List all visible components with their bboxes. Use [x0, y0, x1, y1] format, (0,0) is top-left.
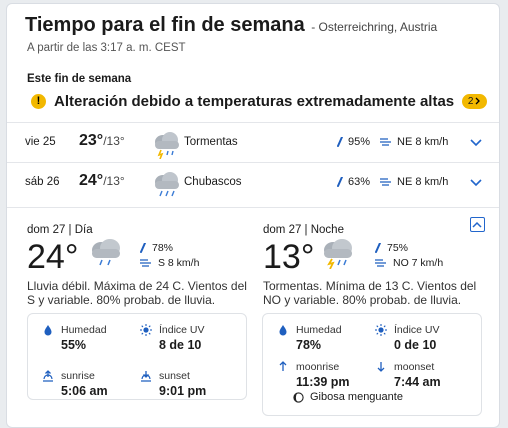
raindrop-icon [375, 242, 381, 253]
location-label: - Osterreichring, Austria [311, 20, 438, 34]
low-temp: /13° [103, 174, 125, 188]
night-description: Tormentas. Mínima de 13 C. Vientos del N… [263, 279, 477, 307]
precip-value: 75% [387, 242, 409, 254]
sun-icon [375, 324, 387, 336]
thunderstorm-icon [324, 239, 352, 269]
temperature: 23°/13° [79, 132, 125, 150]
wind-value: NE 8 km/h [397, 176, 449, 188]
day-temperature: 24° [27, 238, 79, 276]
moonrise-icon [279, 361, 287, 371]
condition-text: Chubascos [184, 176, 242, 188]
condition-text: Tormentas [184, 136, 238, 148]
forecast-row[interactable]: vie 25 23°/13° Tormentas 95% NE 8 km/h [7, 122, 499, 162]
day-header: dom 27 | Día [27, 224, 93, 236]
raindrop-icon [337, 136, 343, 147]
low-temp: /13° [103, 134, 125, 148]
humidity-icon [44, 325, 52, 336]
humidity-value: 55% [61, 338, 87, 352]
day-wind: S 8 km/h [140, 257, 199, 269]
alert-text[interactable]: Alteración debido a temperaturas extrema… [54, 93, 454, 110]
sunrise-value: 5:06 am [61, 384, 108, 398]
moon-phase-label: Gibosa menguante [310, 391, 403, 403]
weekend-label: Este fin de semana [27, 73, 132, 85]
sunrise-icon [43, 370, 53, 382]
moonset-icon [377, 362, 385, 372]
precip-value: 78% [152, 242, 174, 254]
uv-value: 0 de 10 [394, 338, 437, 352]
showers-icon [155, 172, 179, 197]
humidity-label: Humedad [61, 324, 107, 336]
sunset-label: sunset [159, 370, 190, 382]
light-rain-icon [92, 239, 120, 266]
high-temp: 24° [79, 172, 104, 189]
uv-label: Índice UV [159, 324, 205, 336]
moon-phase: Gibosa menguante [293, 391, 403, 403]
night-precip: 75% [375, 242, 408, 254]
moonset-value: 7:44 am [394, 375, 441, 389]
weekend-weather-card: Tiempo para el fin de semana - Osterreic… [6, 3, 500, 428]
weather-alert[interactable]: ! Alteración debido a temperaturas extre… [31, 91, 488, 111]
humidity-label: Humedad [296, 324, 342, 336]
wind-value: NE 8 km/h [397, 136, 449, 148]
chevron-down-icon[interactable] [469, 135, 483, 149]
chevron-right-icon [475, 97, 481, 105]
night-details-box: Humedad 78% Índice UV 0 de 10 moonrise 1… [262, 313, 482, 416]
temperature: 24°/13° [79, 172, 125, 190]
wind-icon [375, 259, 386, 267]
raindrop-icon [140, 242, 146, 253]
page-title: Tiempo para el fin de semana [25, 14, 305, 36]
wind-icon [380, 178, 391, 186]
wind-info: NE 8 km/h [380, 136, 448, 148]
thunderstorm-icon [155, 132, 179, 159]
wind-icon [380, 138, 391, 146]
high-temp: 23° [79, 132, 104, 149]
sunset-value: 9:01 pm [159, 384, 207, 398]
uv-value: 8 de 10 [159, 338, 202, 352]
moonset-label: moonset [394, 361, 435, 373]
day-precip: 78% [140, 242, 173, 254]
night-temperature: 13° [263, 238, 315, 276]
day-details-box: Humedad 55% Índice UV 8 de 10 sunrise 5:… [27, 313, 247, 400]
precip-value: 95% [348, 136, 371, 148]
wind-value: NO 7 km/h [393, 257, 444, 269]
raindrop-icon [337, 176, 343, 187]
moon-phase-icon [293, 391, 304, 403]
sunset-icon [141, 371, 151, 382]
precip-value: 63% [348, 176, 371, 188]
alert-count-badge[interactable]: 2 [462, 93, 488, 109]
humidity-icon [279, 325, 287, 336]
sun-icon [140, 324, 152, 336]
humidity-value: 78% [296, 338, 322, 352]
moonrise-label: moonrise [296, 361, 340, 373]
exclamation-icon: ! [31, 93, 46, 109]
chevron-up-icon [472, 221, 482, 228]
chevron-down-icon[interactable] [469, 175, 483, 189]
alert-count: 2 [467, 95, 474, 107]
collapse-button[interactable] [470, 217, 485, 232]
wind-info: NE 8 km/h [380, 176, 448, 188]
day-label: vie 25 [25, 136, 56, 148]
precip-chance: 63% [337, 176, 370, 188]
title-row: Tiempo para el fin de semana - Osterreic… [25, 14, 437, 37]
wind-icon [140, 259, 151, 267]
day-description: Lluvia débil. Máxima de 24 C. Vientos de… [27, 279, 247, 307]
precip-chance: 95% [337, 136, 370, 148]
expanded-day-detail: dom 27 | Día 24° 78% S 8 km/h Lluvia déb… [7, 207, 499, 427]
wind-value: S 8 km/h [158, 257, 200, 269]
night-wind: NO 7 km/h [375, 257, 443, 269]
forecast-row[interactable]: sáb 26 24°/13° Chubascos 63% NE 8 km/h [7, 162, 499, 202]
day-label: sáb 26 [25, 176, 60, 188]
as-of-timestamp: A partir de las 3:17 a. m. CEST [27, 42, 186, 54]
uv-label: Índice UV [394, 324, 440, 336]
moonrise-value: 11:39 pm [296, 375, 350, 389]
sunrise-label: sunrise [61, 370, 95, 382]
